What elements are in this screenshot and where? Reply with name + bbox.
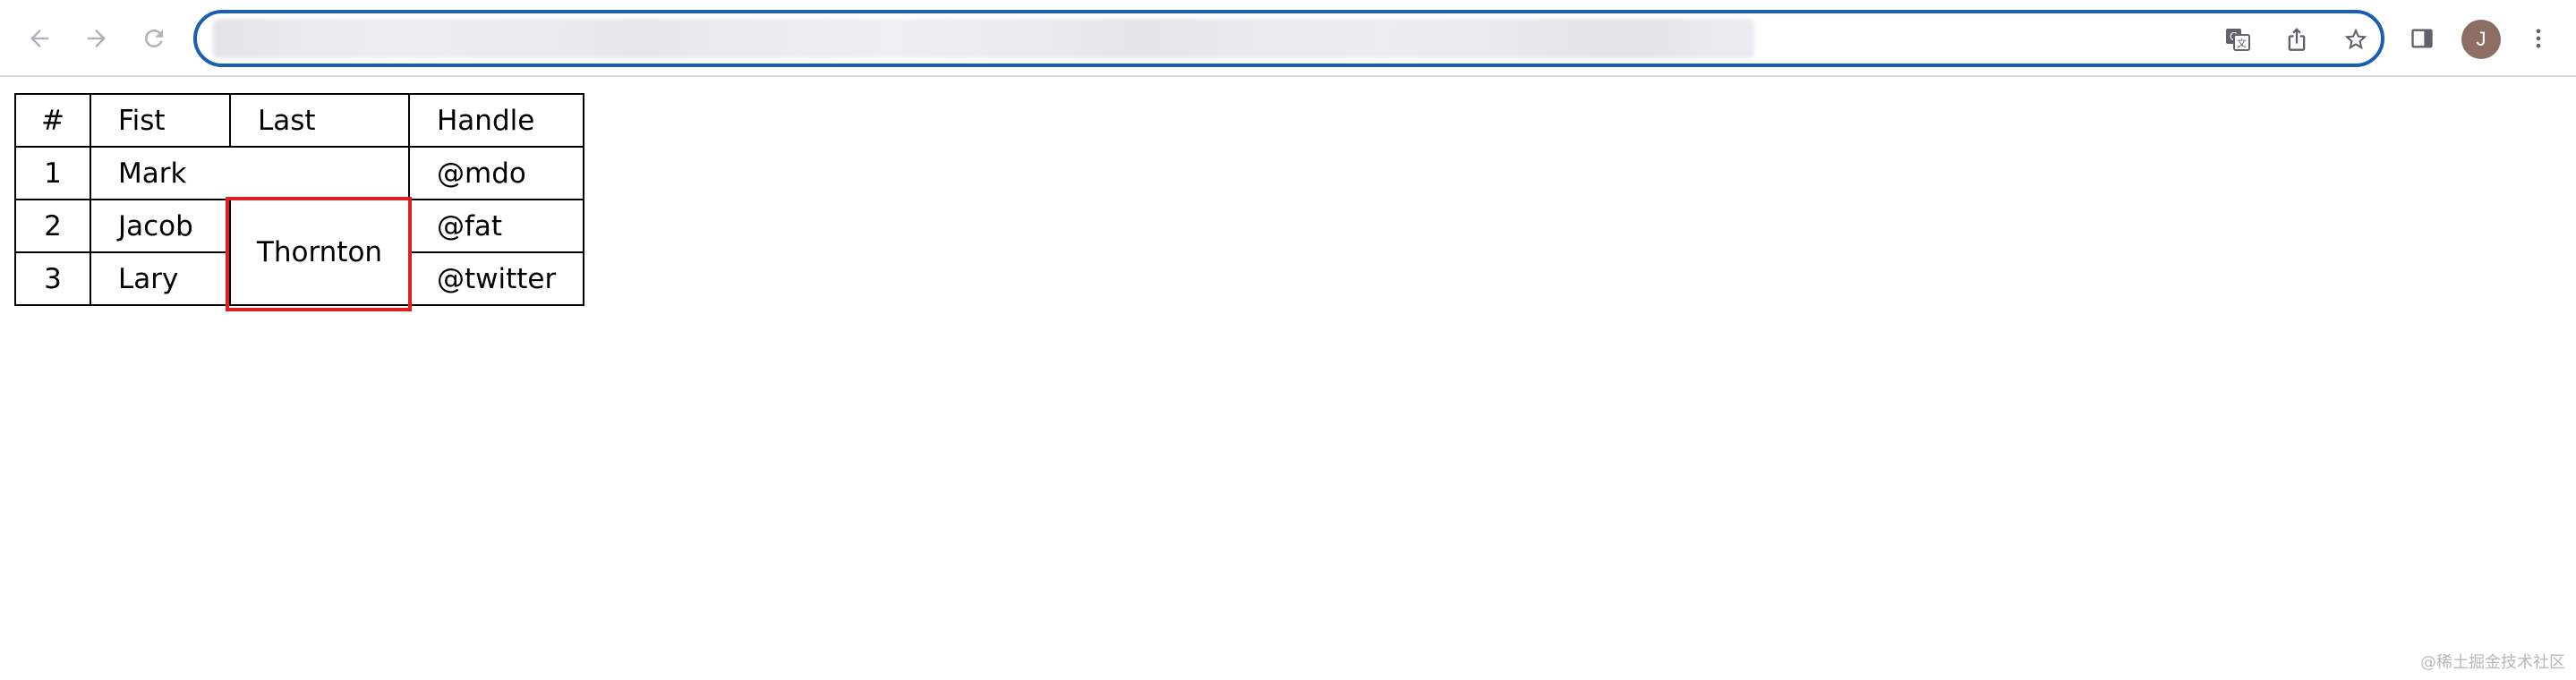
avatar-initial: J xyxy=(2476,28,2486,50)
cell-number: 2 xyxy=(14,199,91,253)
header-number: # xyxy=(14,93,91,148)
header-first: Fist xyxy=(90,93,231,148)
more-vert-icon xyxy=(2536,29,2541,48)
cell-number: 3 xyxy=(14,251,91,306)
table-header-row: # Fist Last Handle xyxy=(14,93,585,148)
side-panel-icon xyxy=(2411,29,2433,48)
star-icon xyxy=(2344,28,2367,50)
data-table: # Fist Last Handle 1 Mark @mdo 2 Jacob T… xyxy=(14,93,585,311)
bookmark-star-button[interactable] xyxy=(2341,25,2370,54)
header-handle: Handle xyxy=(407,93,585,148)
address-bar[interactable]: G 文 xyxy=(193,10,2384,67)
translate-button[interactable]: G 文 xyxy=(2223,25,2252,54)
header-last: Last xyxy=(229,93,410,148)
reload-icon xyxy=(145,30,163,47)
share-button[interactable] xyxy=(2282,25,2311,54)
share-icon xyxy=(2288,28,2306,51)
url-text-blurred xyxy=(213,19,1754,58)
more-menu-button[interactable] xyxy=(2522,22,2555,55)
cell-first-last-merged: Mark xyxy=(90,146,410,200)
cell-handle: @fat xyxy=(407,199,585,253)
watermark: @稀土掘金技术社区 xyxy=(2420,653,2565,672)
cell-last-merged-text: Thornton xyxy=(256,236,383,268)
translate-icon: G 文 xyxy=(2226,29,2250,51)
cell-handle: @mdo xyxy=(407,146,585,200)
arrow-left-icon xyxy=(30,30,48,47)
side-panel-button[interactable] xyxy=(2406,22,2438,55)
cell-first: Jacob xyxy=(90,199,231,253)
reload-button[interactable] xyxy=(134,19,174,58)
back-button[interactable] xyxy=(20,19,59,58)
cell-first: Lary xyxy=(90,251,231,306)
svg-text:文: 文 xyxy=(2237,37,2247,49)
table-row: 2 Jacob Thornton @fat xyxy=(14,197,585,311)
profile-avatar-button[interactable]: J xyxy=(2461,20,2501,59)
forward-button[interactable] xyxy=(77,19,116,58)
table-row: 1 Mark @mdo xyxy=(14,146,585,200)
cell-number: 1 xyxy=(14,146,91,200)
browser-toolbar: G 文 J xyxy=(0,0,2576,77)
arrow-right-icon xyxy=(88,30,106,47)
cell-last-merged-highlighted: Thornton xyxy=(226,197,412,311)
cell-handle: @twitter xyxy=(407,251,585,306)
